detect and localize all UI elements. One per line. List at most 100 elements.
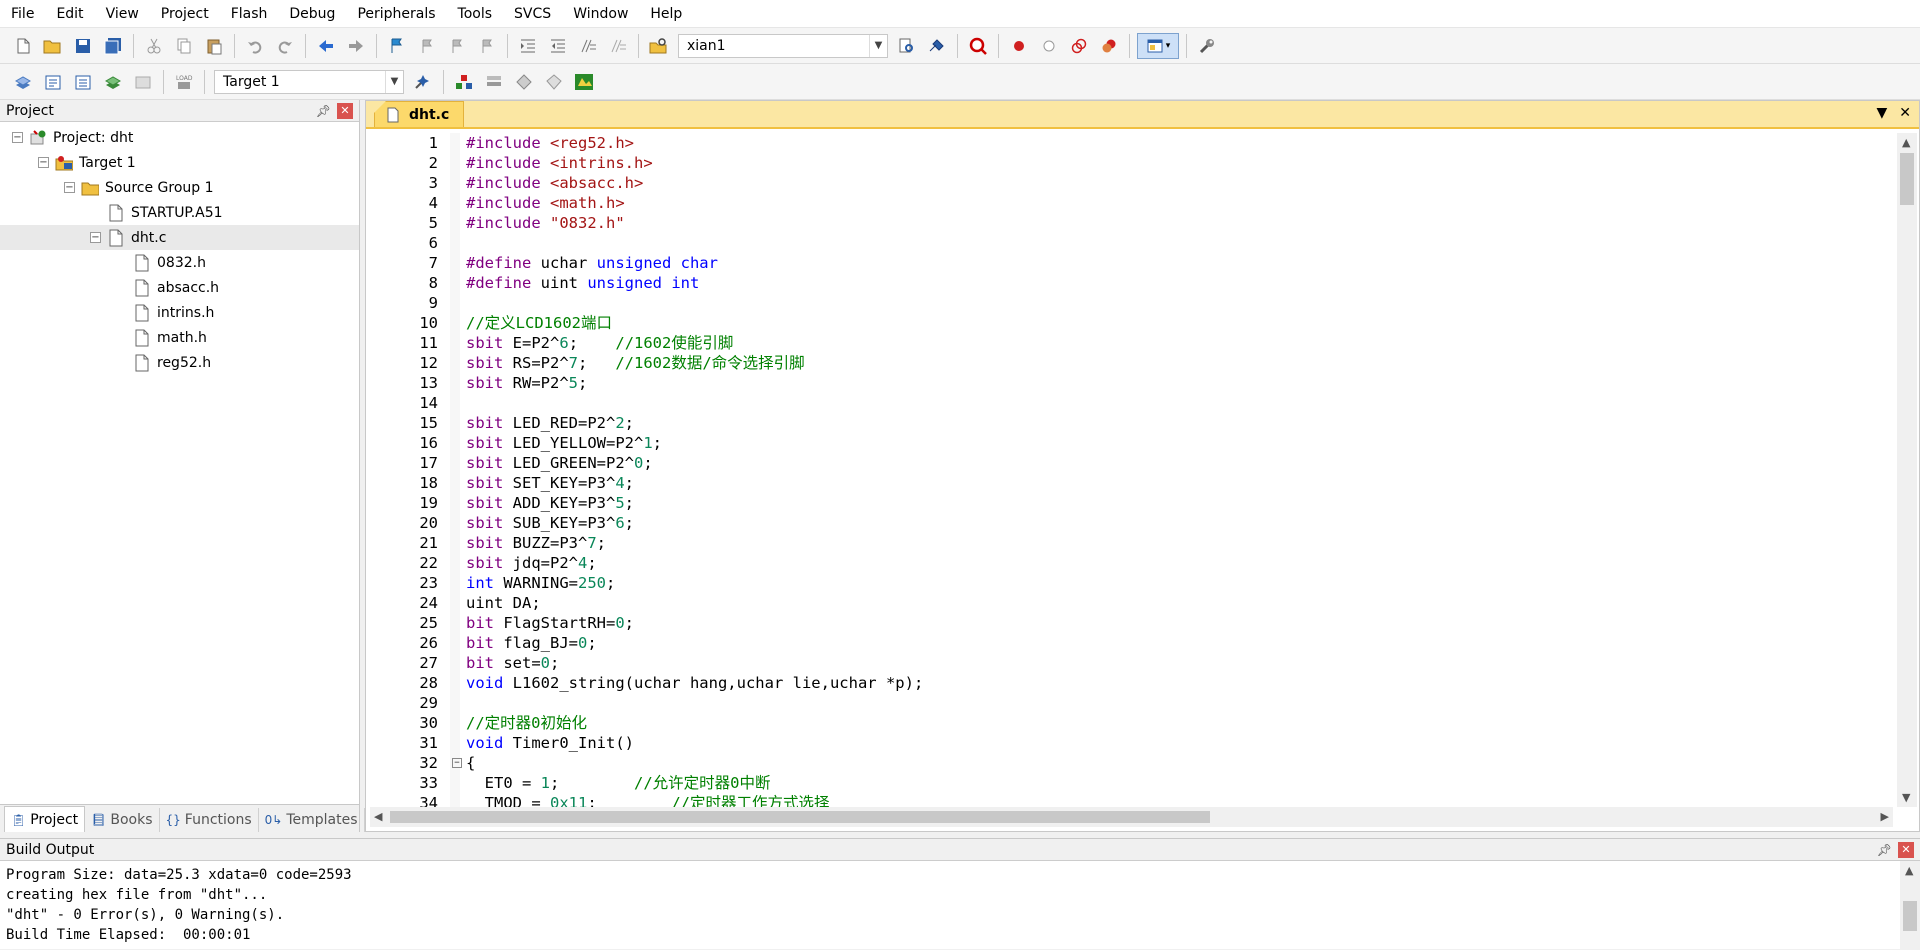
- open-file-button[interactable]: [40, 33, 66, 59]
- menu-item-file[interactable]: File: [0, 0, 45, 28]
- configure-button[interactable]: [1194, 33, 1220, 59]
- tree-item-absacc-h[interactable]: absacc.h: [0, 275, 359, 300]
- menu-item-peripherals[interactable]: Peripherals: [346, 0, 446, 28]
- breakpoint-disable-all-button[interactable]: [1066, 33, 1092, 59]
- tab-functions[interactable]: {} Functions: [160, 808, 259, 832]
- collapse-toggle-icon[interactable]: −: [38, 157, 49, 168]
- manage-rte-button[interactable]: [511, 69, 537, 95]
- code-token: 5: [568, 374, 579, 392]
- save-button[interactable]: [70, 33, 96, 59]
- pin-icon[interactable]: 📌︎: [1877, 843, 1892, 857]
- build-button[interactable]: [40, 69, 66, 95]
- menu-item-flash[interactable]: Flash: [220, 0, 279, 28]
- chevron-right-icon[interactable]: ▶: [1881, 810, 1889, 823]
- tree-item-label: 0832.h: [157, 254, 206, 271]
- debug-start-button[interactable]: [965, 33, 991, 59]
- save-all-button[interactable]: [100, 33, 126, 59]
- paste-button[interactable]: [201, 33, 227, 59]
- tree-item-reg52-h[interactable]: reg52.h: [0, 350, 359, 375]
- horizontal-scrollbar[interactable]: ◀ ▶: [370, 807, 1893, 827]
- breakpoint-kill-all-button[interactable]: [1096, 33, 1122, 59]
- collapse-toggle-icon[interactable]: −: [452, 758, 462, 768]
- chevron-down-icon[interactable]: ▼: [385, 70, 403, 93]
- new-file-button[interactable]: [10, 33, 36, 59]
- close-icon[interactable]: ✕: [1899, 105, 1911, 121]
- bookmark-prev-button[interactable]: [414, 33, 440, 59]
- bookmark-toggle-button[interactable]: [384, 33, 410, 59]
- chevron-down-icon[interactable]: ▼: [1902, 791, 1910, 804]
- comment-button[interactable]: [575, 33, 601, 59]
- chevron-up-icon[interactable]: ▲: [1905, 864, 1913, 877]
- code-area[interactable]: 1 #include <reg52.h> 2 #include <intrins.h>…: [370, 133, 1893, 807]
- cut-button[interactable]: [141, 33, 167, 59]
- chevron-down-icon[interactable]: ▼: [1876, 105, 1887, 121]
- download-button[interactable]: LOAD: [171, 69, 197, 95]
- unindent-button[interactable]: [545, 33, 571, 59]
- select-packs-button[interactable]: [481, 69, 507, 95]
- vertical-scrollbar[interactable]: ▲ ▼: [1897, 133, 1917, 807]
- menu-item-help[interactable]: Help: [639, 0, 693, 28]
- menu-item-project[interactable]: Project: [150, 0, 220, 28]
- tab-books[interactable]: 📘︎ Books: [85, 808, 160, 832]
- indent-button[interactable]: [515, 33, 541, 59]
- find-button[interactable]: [894, 33, 920, 59]
- incremental-find-button[interactable]: [924, 33, 950, 59]
- tree-item-math-h[interactable]: math.h: [0, 325, 359, 350]
- copy-button[interactable]: [171, 33, 197, 59]
- translate-button[interactable]: [10, 69, 36, 95]
- navigate-forward-button[interactable]: [343, 33, 369, 59]
- menu-item-window[interactable]: Window: [562, 0, 639, 28]
- vertical-scrollbar[interactable]: ▲: [1900, 861, 1920, 950]
- target-options-button[interactable]: [410, 69, 436, 95]
- bookmark-next-button[interactable]: [444, 33, 470, 59]
- tree-item-source-group-1[interactable]: − Source Group 1: [0, 175, 359, 200]
- tree-item-project-dht[interactable]: − Project: dht: [0, 125, 359, 150]
- close-icon[interactable]: ✕: [337, 102, 353, 119]
- pack-installer-button[interactable]: [541, 69, 567, 95]
- menu-item-view[interactable]: View: [95, 0, 150, 28]
- menu-item-debug[interactable]: Debug: [278, 0, 346, 28]
- tab-project[interactable]: 📋︎ Project: [4, 806, 86, 832]
- tab-templates[interactable]: 0↳ Templates: [259, 808, 365, 832]
- fold-gutter: [450, 213, 464, 233]
- undo-button[interactable]: [242, 33, 268, 59]
- chevron-left-icon[interactable]: ◀: [374, 810, 382, 823]
- target-combo[interactable]: Target 1 ▼: [214, 69, 404, 94]
- stop-build-button[interactable]: [130, 69, 156, 95]
- tree-item-intrins-h[interactable]: intrins.h: [0, 300, 359, 325]
- collapse-toggle-icon[interactable]: −: [64, 182, 75, 193]
- code-line: 32−{: [370, 753, 1893, 773]
- tree-item-0832-h[interactable]: 0832.h: [0, 250, 359, 275]
- pin-icon[interactable]: 📌︎: [316, 104, 331, 118]
- tree-item-dht-c[interactable]: − dht.c: [0, 225, 359, 250]
- collapse-toggle-icon[interactable]: −: [90, 232, 101, 243]
- scrollbar-thumb[interactable]: [1900, 153, 1914, 205]
- breakpoint-enable-button[interactable]: [1036, 33, 1062, 59]
- component-button[interactable]: [571, 69, 597, 95]
- find-in-files-button[interactable]: [646, 33, 672, 59]
- batch-build-button[interactable]: [100, 69, 126, 95]
- navigate-back-button[interactable]: [313, 33, 339, 59]
- scrollbar-thumb[interactable]: [1903, 901, 1917, 931]
- code-text: //定义LCD1602端口: [464, 313, 612, 333]
- collapse-toggle-icon[interactable]: −: [12, 132, 23, 143]
- tree-item-target-1[interactable]: − Target 1: [0, 150, 359, 175]
- breakpoint-insert-button[interactable]: [1006, 33, 1032, 59]
- chevron-down-icon[interactable]: ▼: [869, 34, 887, 57]
- find-combo[interactable]: xian1 ▼: [678, 33, 888, 58]
- code-text: uint DA;: [464, 593, 541, 613]
- menu-item-svcs[interactable]: SVCS: [503, 0, 562, 28]
- close-icon[interactable]: ✕: [1898, 841, 1914, 858]
- editor-tab-dht-c[interactable]: dht.c: [374, 101, 465, 127]
- manage-project-items-button[interactable]: [451, 69, 477, 95]
- bookmark-clear-button[interactable]: [474, 33, 500, 59]
- tree-item-startup-a51[interactable]: STARTUP.A51: [0, 200, 359, 225]
- menu-item-tools[interactable]: Tools: [447, 0, 504, 28]
- window-layout-button[interactable]: ▾: [1137, 32, 1179, 59]
- chevron-up-icon[interactable]: ▲: [1902, 136, 1910, 149]
- scrollbar-thumb[interactable]: [390, 811, 1210, 823]
- rebuild-button[interactable]: [70, 69, 96, 95]
- menu-item-edit[interactable]: Edit: [45, 0, 94, 28]
- redo-button[interactable]: [272, 33, 298, 59]
- uncomment-button[interactable]: [605, 33, 631, 59]
